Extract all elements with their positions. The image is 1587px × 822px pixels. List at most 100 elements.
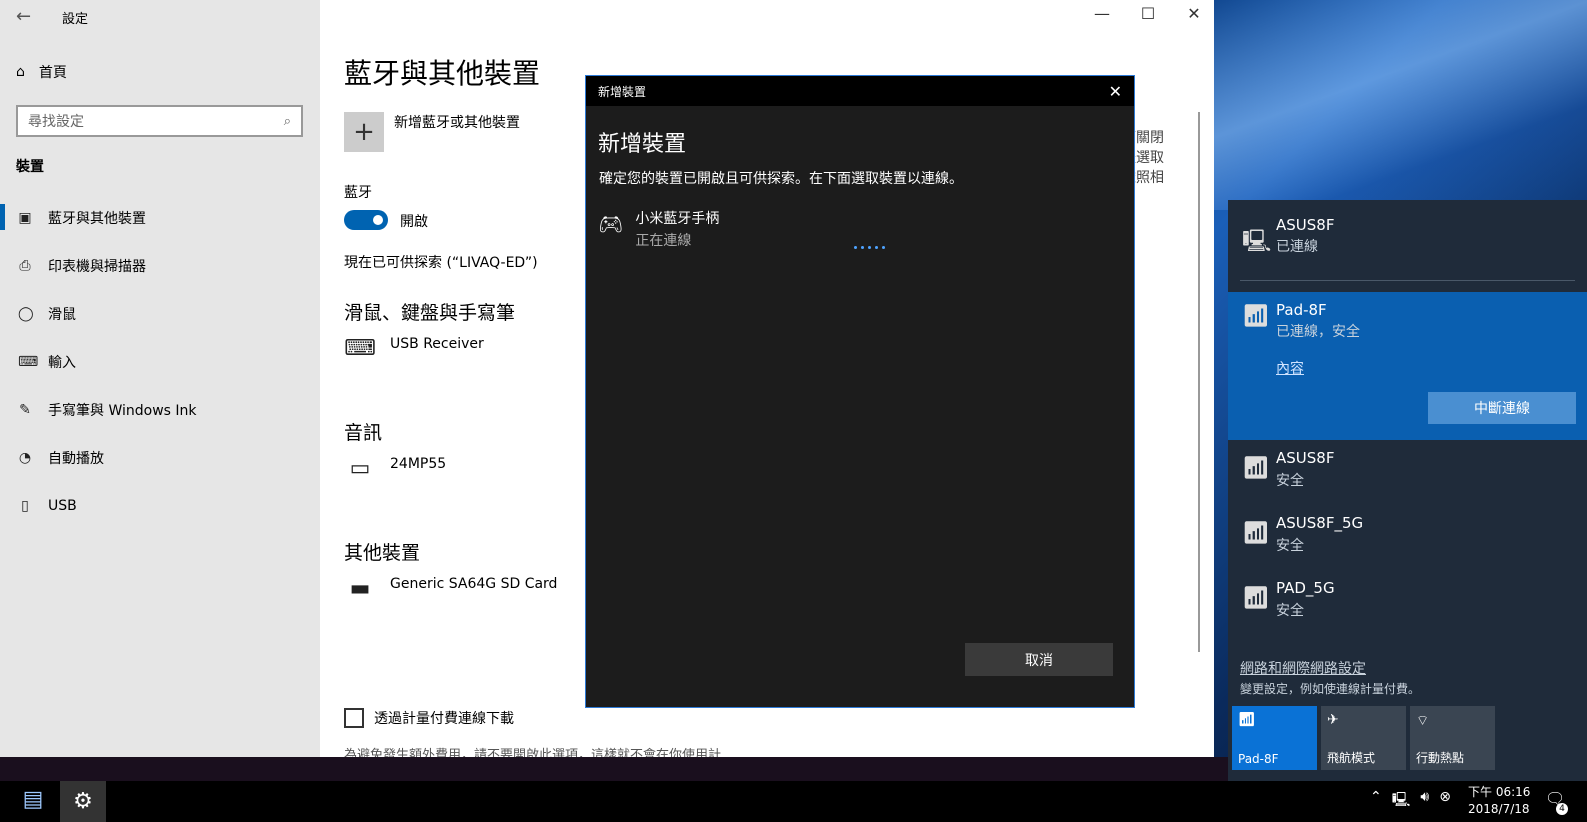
add-device-label[interactable]: 新增藍牙或其他裝置 — [394, 112, 520, 132]
network-item-wired[interactable]: 🖳︎ ASUS8F 已連線 — [1228, 200, 1587, 280]
network-status: 安全 — [1276, 603, 1304, 619]
network-name: PAD_5G — [1276, 579, 1335, 597]
hotspot-icon: ⌔ — [1416, 713, 1430, 729]
sidebar-item-usb[interactable]: ▯ USB — [0, 482, 320, 530]
card-reader-icon: ▬ — [349, 576, 371, 601]
found-device-name: 小米藍牙手柄 — [635, 211, 720, 227]
bluetooth-devices-icon: ▣ — [18, 210, 32, 226]
wifi-icon: 📶︎ — [1242, 304, 1270, 329]
mouse-icon: ◯ — [18, 306, 34, 322]
spinner-dot — [875, 246, 878, 249]
sidebar-item-label: USB — [48, 498, 77, 514]
spinner-dot — [868, 246, 871, 249]
add-device-button[interactable]: + — [344, 112, 384, 152]
notification-badge: 4 — [1556, 803, 1568, 815]
device-sdcard[interactable]: ▬ Generic SA64G SD Card — [344, 576, 558, 601]
metered-description: 為避免發生額外費用，請不要開啟此選項，這樣就不會在你使用計 — [344, 748, 722, 757]
chevron-up-icon[interactable]: ⌃ — [1370, 789, 1382, 813]
found-device-text: 小米藍牙手柄 正在連線 — [635, 208, 719, 250]
home-icon: ⌂ — [16, 64, 25, 80]
search-input[interactable]: 尋找設定 ⌕ — [16, 105, 303, 137]
clock-date: 2018/7/18 — [1468, 802, 1530, 816]
system-tray: ⌃ 🖳︎ 🔊︎ ⊗ — [1370, 789, 1451, 813]
device-name: USB Receiver — [390, 336, 484, 352]
quick-action-label: 飛航模式 — [1327, 751, 1376, 765]
dialog-titlebar: 新增裝置 ✕ — [586, 76, 1134, 106]
sidebar-item-label: 滑鼠 — [48, 307, 76, 323]
desktop-strip — [0, 757, 1230, 781]
settings-sidebar: ← 設定 ⌂ 首頁 尋找設定 ⌕ 裝置 ▣ 藍牙與其他裝置 ⎙ 印表機與掃描器 … — [0, 0, 320, 757]
sidebar-item-label: 印表機與掃描器 — [48, 259, 146, 275]
bluetooth-state: 開啟 — [400, 214, 428, 230]
taskbar-settings-gear-icon[interactable]: ⚙ — [60, 781, 106, 822]
network-status: 已連線，安全 — [1276, 324, 1360, 340]
group-title-mouse-keyboard: 滑鼠、鍵盤與手寫筆 — [344, 302, 516, 324]
ethernet-icon: 🖳︎ — [1242, 229, 1272, 254]
network-tray-icon[interactable]: 🖳︎ — [1392, 789, 1411, 813]
quick-action-label: Pad-8F — [1238, 752, 1279, 766]
error-circle-icon[interactable]: ⊗ — [1439, 789, 1451, 813]
sidebar-item-autoplay[interactable]: ◔ 自動播放 — [0, 434, 320, 482]
taskbar-app-icon[interactable]: ▤ — [18, 787, 48, 817]
volume-icon[interactable]: 🔊︎ — [1420, 789, 1429, 813]
quick-actions: 📶︎ Pad-8F ✈︎ 飛航模式 ⌔ 行動熱點 — [1232, 706, 1495, 770]
nav-home-label: 首頁 — [38, 65, 67, 81]
sidebar-item-label: 手寫筆與 Windows Ink — [48, 403, 197, 419]
spinner-dot — [882, 246, 885, 249]
sidebar-item-bluetooth[interactable]: ▣ 藍牙與其他裝置 — [0, 194, 320, 242]
sidebar-item-printers[interactable]: ⎙ 印表機與掃描器 — [0, 242, 320, 290]
quick-action-wifi[interactable]: 📶︎ Pad-8F — [1232, 706, 1317, 770]
device-name: 24MP55 — [390, 456, 447, 472]
network-flyout: 🖳︎ ASUS8F 已連線 📶︎ Pad-8F 已連線，安全 內容 中斷連線 📶… — [1228, 200, 1587, 781]
network-status: 已連線 — [1276, 239, 1318, 255]
properties-link[interactable]: 內容 — [1276, 358, 1304, 378]
device-usb-receiver[interactable]: ⌨ USB Receiver — [344, 336, 484, 361]
keyboard-icon: ⌨ — [18, 354, 39, 370]
device-name: Generic SA64G SD Card — [390, 576, 558, 592]
sidebar-item-label: 藍牙與其他裝置 — [48, 211, 146, 227]
network-status: 安全 — [1276, 538, 1304, 554]
group-title-audio: 音訊 — [344, 422, 383, 444]
group-title-other: 其他裝置 — [344, 542, 421, 564]
sidebar-item-mouse[interactable]: ◯ 滑鼠 — [0, 290, 320, 338]
close-icon[interactable]: ✕ — [1184, 4, 1204, 23]
quick-action-airplane[interactable]: ✈︎ 飛航模式 — [1321, 706, 1406, 770]
autoplay-icon: ◔ — [18, 450, 32, 466]
device-monitor[interactable]: ▭ 24MP55 — [344, 456, 447, 481]
wifi-icon: 📶︎ — [1242, 456, 1270, 481]
search-placeholder: 尋找設定 — [28, 114, 84, 130]
connecting-spinner — [854, 246, 885, 249]
printer-icon: ⎙ — [19, 258, 31, 274]
minimize-icon[interactable]: — — [1092, 4, 1112, 23]
metered-checkbox-label: 透過計量付費連線下載 — [374, 711, 514, 727]
network-name: ASUS8F — [1276, 449, 1335, 467]
quick-action-label: 行動熱點 — [1416, 751, 1465, 765]
gamepad-icon: 🎮︎ — [598, 212, 624, 236]
sidebar-item-label: 輸入 — [48, 355, 76, 371]
metered-checkbox-row[interactable]: 透過計量付費連線下載 — [344, 708, 514, 728]
keyboard-icon: ⌨ — [344, 336, 376, 361]
dialog-title: 新增裝置 — [598, 84, 647, 99]
window-title: 設定 — [62, 12, 89, 27]
wifi-icon: 📶︎ — [1242, 521, 1270, 546]
nav-home[interactable]: ⌂ 首頁 — [16, 62, 67, 82]
metered-checkbox[interactable] — [344, 708, 364, 728]
bluetooth-label: 藍牙 — [344, 185, 372, 201]
taskbar-clock[interactable]: 下午 06:16 2018/7/18 — [1468, 784, 1530, 818]
back-arrow-icon[interactable]: ← — [16, 6, 31, 27]
disconnect-button[interactable]: 中斷連線 — [1428, 392, 1576, 424]
taskbar: ▤ ⚙ ⌃ 🖳︎ 🔊︎ ⊗ 下午 06:16 2018/7/18 🗨︎ 4 — [0, 781, 1587, 822]
sidebar-item-typing[interactable]: ⌨ 輸入 — [0, 338, 320, 386]
bluetooth-toggle[interactable] — [344, 210, 388, 230]
network-settings-link[interactable]: 網路和網際網路設定 — [1240, 658, 1366, 678]
cancel-button[interactable]: 取消 — [965, 643, 1113, 676]
sidebar-item-pen[interactable]: ✎ 手寫筆與 Windows Ink — [0, 386, 320, 434]
close-icon[interactable]: ✕ — [1109, 82, 1122, 101]
quick-action-hotspot[interactable]: ⌔ 行動熱點 — [1410, 706, 1495, 770]
clock-time: 下午 06:16 — [1468, 785, 1531, 799]
found-device-item[interactable]: 🎮︎ 小米藍牙手柄 正在連線 — [598, 208, 719, 250]
pen-icon: ✎ — [19, 402, 31, 418]
maximize-icon[interactable]: ☐ — [1138, 4, 1158, 23]
search-icon: ⌕ — [283, 113, 291, 129]
content-scrollbar[interactable] — [1198, 112, 1200, 652]
